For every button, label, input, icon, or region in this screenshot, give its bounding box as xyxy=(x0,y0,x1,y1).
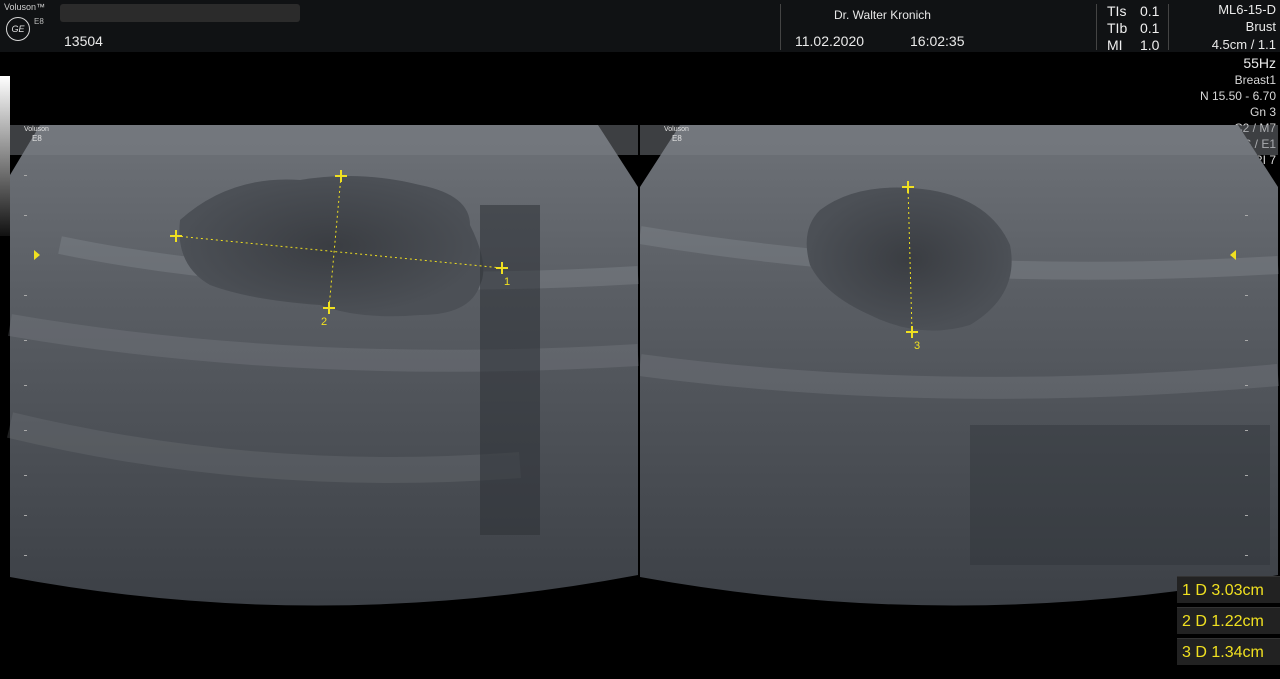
skin-layer xyxy=(640,125,1278,155)
depth-tick xyxy=(1245,515,1248,516)
depth-tick xyxy=(24,385,27,386)
depth-tick xyxy=(24,555,27,556)
header-divider xyxy=(780,4,781,50)
depth-tick xyxy=(24,215,27,216)
image-brand: Voluson xyxy=(664,126,689,133)
depth-tick xyxy=(1245,295,1248,296)
depth-tick xyxy=(24,430,27,431)
depth-tick xyxy=(1245,555,1248,556)
skin-layer xyxy=(10,125,638,155)
depth-tick xyxy=(1245,430,1248,431)
tis-readout: TIs 0.1 xyxy=(1107,3,1160,19)
gain-readout: Gn 3 xyxy=(1249,105,1276,119)
acoustic-shadow xyxy=(970,425,1270,565)
brand-model: E8 xyxy=(34,17,44,26)
caliper-label: 3 xyxy=(914,340,920,352)
patient-name-redacted xyxy=(60,4,300,22)
measurement-result[interactable]: 1 D 3.03cm xyxy=(1177,576,1280,603)
header-divider xyxy=(1096,4,1097,50)
depth-tick xyxy=(24,340,27,341)
frame-rate: 55Hz xyxy=(1243,55,1276,71)
probe-name: ML6-15-D xyxy=(1218,2,1276,17)
image-model: E8 xyxy=(32,134,42,143)
frequency-readout: N 15.50 - 6.70 xyxy=(1199,89,1276,103)
probe-preset: Brust xyxy=(1245,19,1276,34)
ultrasound-image-left[interactable]: 1 2 Voluson E8 xyxy=(0,125,640,607)
mi-readout: MI 1.0 xyxy=(1107,37,1160,53)
measurement-result[interactable]: 2 D 1.22cm xyxy=(1177,607,1280,634)
depth-tick xyxy=(1245,475,1248,476)
brand-name: Voluson™ xyxy=(4,2,46,12)
exam-date: 11.02.2020 xyxy=(795,33,865,49)
depth-tick xyxy=(1245,385,1248,386)
caliper-label: 1 xyxy=(504,276,510,288)
image-brand: Voluson xyxy=(24,126,49,133)
measurement-result[interactable]: 3 D 1.34cm xyxy=(1177,638,1280,665)
tib-readout: TIb 0.1 xyxy=(1107,20,1160,36)
depth-tick xyxy=(1245,215,1248,216)
depth-tick xyxy=(24,515,27,516)
ge-logo-icon: GE xyxy=(6,17,30,41)
depth-tick xyxy=(24,295,27,296)
depth-tick xyxy=(1245,340,1248,341)
depth-tick xyxy=(24,475,27,476)
caliper-label: 2 xyxy=(321,316,327,328)
ultrasound-image-right[interactable]: 3 Voluson E8 xyxy=(640,125,1280,607)
depth-readout: 4.5cm / 1.1 xyxy=(1211,37,1276,52)
doctor-name: Dr. Walter Kronich xyxy=(834,8,931,22)
acoustic-shadow xyxy=(480,205,540,535)
exam-time: 16:02:35 xyxy=(910,33,965,49)
depth-tick xyxy=(24,175,27,176)
patient-id: 13504 xyxy=(64,33,103,49)
header-divider xyxy=(1168,4,1169,50)
program-name: Breast1 xyxy=(1234,73,1276,87)
image-model: E8 xyxy=(672,134,682,143)
